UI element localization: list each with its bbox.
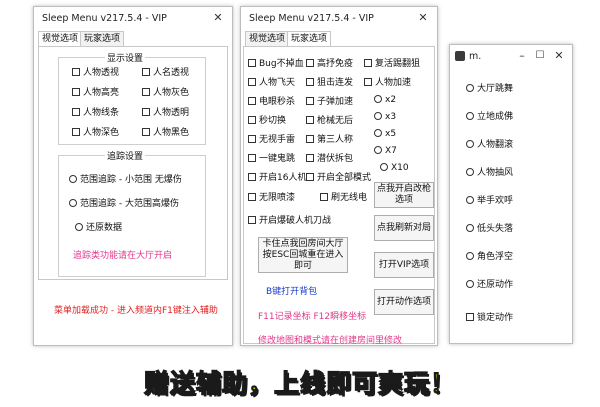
title-bar: m. – ☐ ✕ (450, 45, 572, 67)
trace-settings-group: 追踪设置 范围追踪 - 小范围 无爆伤 范围追踪 - 大范围高爆伤 还原数据 追… (58, 149, 206, 277)
checkbox-16-bots[interactable]: 开启16人机 (248, 172, 306, 184)
display-settings-group: 显示设置 人物透视 人名透视 人物高亮 人物灰色 人物线条 人物透明 人物深色 … (58, 51, 206, 145)
radio-speed-x10[interactable]: X10 (380, 162, 409, 174)
checkbox-radio-spam[interactable]: 刷无线电 (320, 192, 367, 204)
window-title: m. (469, 51, 482, 62)
checkbox-all-modes[interactable]: 开启全部模式 (306, 172, 371, 184)
checkbox-ignore-grenade[interactable]: 无视手雷 (248, 134, 295, 146)
checkbox-person-esp[interactable]: 人物透视 (72, 67, 119, 79)
radio-buddha[interactable]: 立地成佛 (466, 111, 513, 123)
checkbox-sniper-burst[interactable]: 狙击连发 (306, 77, 353, 89)
close-icon[interactable]: ✕ (415, 10, 431, 26)
close-icon[interactable]: ✕ (551, 48, 567, 64)
radio-speed-x3[interactable]: x3 (374, 111, 396, 123)
checkbox-person-black[interactable]: 人物黑色 (142, 127, 189, 139)
radio-trace-small[interactable]: 范围追踪 - 小范围 无爆伤 (69, 174, 182, 186)
tab-content: 显示设置 人物透视 人名透视 人物高亮 人物灰色 人物线条 人物透明 人物深色 … (38, 46, 228, 280)
tab-player[interactable]: 玩家选项 (80, 31, 125, 46)
checkbox-lock-action[interactable]: 锁定动作 (466, 312, 513, 324)
checkbox-person-highlight[interactable]: 人物高亮 (72, 87, 119, 99)
checkbox-person-lines[interactable]: 人物线条 (72, 107, 119, 119)
radio-cheer[interactable]: 举手欢呼 (466, 195, 513, 207)
map-mode-hint: 修改地图和模式请在创建房间里修改 (258, 336, 403, 346)
checkbox-bullet-speed[interactable]: 子弹加速 (306, 96, 353, 108)
open-vip-button[interactable]: 打开VIP选项 (374, 252, 434, 278)
radio-sad[interactable]: 低头失落 (466, 223, 513, 235)
tab-content: Bug不掉血 人物飞天 电眼秒杀 秒切换 无视手雷 一键鬼跳 开启16人机 无限… (243, 46, 435, 346)
checkbox-defuse[interactable]: 潜伏拆包 (306, 153, 353, 165)
radio-speed-x2[interactable]: x2 (374, 94, 396, 106)
tab-visual[interactable]: 视觉选项 (38, 31, 83, 47)
radio-restore-data[interactable]: 还原数据 (75, 222, 122, 234)
checkbox-immunity[interactable]: 高抒免疫 (306, 58, 353, 70)
checkbox-ghost-jump[interactable]: 一键鬼跳 (248, 153, 295, 165)
checkbox-person-speed[interactable]: 人物加速 (364, 77, 411, 89)
window-title: Sleep Menu v217.5.4 - VIP (249, 13, 374, 24)
group-title: 显示设置 (105, 51, 146, 64)
checkbox-instant-kill[interactable]: 电眼秒杀 (248, 96, 295, 108)
checkbox-bot-knife-war[interactable]: 开启爆破人机刀战 (248, 215, 331, 227)
checkbox-revive-kick[interactable]: 复活踢翻狙 (364, 58, 420, 70)
action-window: m. – ☐ ✕ 大厅跳舞 立地成佛 人物翻滚 人物抽风 举手欢呼 低头失落 角… (449, 44, 573, 344)
radio-roll[interactable]: 人物翻滚 (466, 139, 513, 151)
promo-banner: 赠送辅助，上线即可爽玩！ (143, 368, 456, 398)
radio-restore-action[interactable]: 还原动作 (466, 279, 513, 291)
checkbox-person-transparent[interactable]: 人物透明 (142, 107, 189, 119)
minimize-icon[interactable]: – (514, 48, 530, 64)
trace-hint: 追踪类功能请在大厅开启 (73, 251, 173, 261)
tab-visual[interactable]: 视觉选项 (245, 31, 290, 46)
checkbox-name-esp[interactable]: 人名透视 (142, 67, 189, 79)
title-bar: Sleep Menu v217.5.4 - VIP ✕ (34, 7, 232, 29)
checkbox-third-person[interactable]: 第三人称 (306, 134, 353, 146)
group-title: 追踪设置 (105, 149, 146, 162)
tab-player[interactable]: 玩家选项 (287, 31, 332, 47)
checkbox-bug-no-damage[interactable]: Bug不掉血 (248, 58, 304, 70)
title-bar: Sleep Menu v217.5.4 - VIP ✕ (241, 7, 437, 29)
refresh-match-button[interactable]: 点我刷新对局 (374, 215, 434, 241)
radio-float[interactable]: 角色浮空 (466, 251, 513, 263)
radio-speed-x5[interactable]: x5 (374, 128, 396, 140)
status-message: 菜单加载成功 - 进入频道内F1键注入辅助 (54, 306, 218, 316)
radio-lobby-dance[interactable]: 大厅跳舞 (466, 83, 513, 95)
weapon-options-button[interactable]: 点我开启改枪选项 (374, 182, 434, 208)
checkbox-fast-switch[interactable]: 秒切换 (248, 115, 286, 127)
sleep-menu-window-visual: Sleep Menu v217.5.4 - VIP ✕ 视觉选项 玩家选项 显示… (33, 6, 233, 346)
radio-speed-x7[interactable]: X7 (374, 145, 397, 157)
checkbox-person-dark[interactable]: 人物深色 (72, 127, 119, 139)
open-action-button[interactable]: 打开动作选项 (374, 289, 434, 315)
checkbox-fly[interactable]: 人物飞天 (248, 77, 295, 89)
radio-trace-large[interactable]: 范围追踪 - 大范围高爆伤 (69, 198, 179, 210)
sleep-menu-window-player: Sleep Menu v217.5.4 - VIP ✕ 视觉选项 玩家选项 Bu… (240, 6, 438, 346)
return-lobby-button[interactable]: 卡住点我回房间大厅按ESC回城重在进入即可 (258, 237, 348, 273)
maximize-icon[interactable]: ☐ (532, 48, 548, 64)
window-title: Sleep Menu v217.5.4 - VIP (42, 13, 167, 24)
backpack-hint: B键打开背包 (266, 287, 318, 297)
app-icon (455, 51, 465, 61)
close-icon[interactable]: ✕ (210, 10, 226, 26)
checkbox-person-gray[interactable]: 人物灰色 (142, 87, 189, 99)
checkbox-infinite-spray[interactable]: 无限喷漆 (248, 192, 295, 204)
checkbox-no-recoil[interactable]: 枪械无后 (306, 115, 353, 127)
coords-hint: F11记录坐标 F12瞬移坐标 (258, 312, 367, 322)
radio-twitch[interactable]: 人物抽风 (466, 167, 513, 179)
